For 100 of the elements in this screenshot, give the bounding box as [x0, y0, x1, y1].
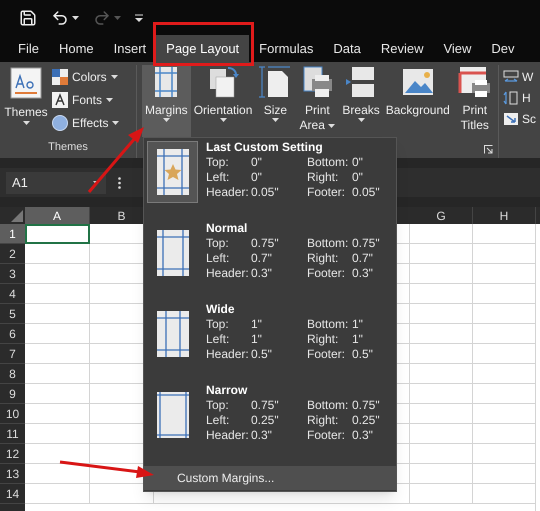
ribbon-tab[interactable]: View: [433, 35, 482, 62]
theme-option-button[interactable]: Effects: [52, 113, 120, 133]
ribbon-tab[interactable]: Insert: [104, 35, 156, 62]
row-header[interactable]: 1: [0, 224, 25, 244]
themes-button[interactable]: Themes: [0, 65, 52, 138]
grid-cell[interactable]: [410, 444, 473, 464]
grid-cell[interactable]: [25, 304, 90, 324]
grid-cell[interactable]: [25, 284, 90, 304]
redo-icon[interactable]: [93, 8, 111, 26]
row-header[interactable]: 5: [0, 304, 25, 324]
row-header[interactable]: 4: [0, 284, 25, 304]
grid-cell[interactable]: [410, 264, 473, 284]
ribbon-tab[interactable]: Dev: [481, 35, 525, 62]
grid-cell[interactable]: [25, 484, 90, 504]
grid-cell[interactable]: [473, 284, 536, 304]
grid-cell[interactable]: [473, 344, 536, 364]
grid-cell[interactable]: [473, 424, 536, 444]
grid-cell[interactable]: [473, 264, 536, 284]
ribbon-tab[interactable]: Home: [48, 35, 104, 62]
grid-cell[interactable]: [473, 324, 536, 344]
theme-option-button[interactable]: Colors: [52, 67, 120, 87]
grid-cell[interactable]: [473, 364, 536, 384]
ribbon-button[interactable]: Background: [382, 65, 453, 137]
more-options-icon[interactable]: [118, 176, 121, 188]
grid-cell[interactable]: [25, 464, 90, 484]
caret-icon: [162, 118, 170, 122]
grid-cell[interactable]: [473, 444, 536, 464]
ribbon-button[interactable]: Breaks: [339, 65, 383, 137]
ribbon-button[interactable]: Print Titles: [452, 65, 497, 137]
name-box[interactable]: A1: [6, 172, 106, 194]
row-header[interactable]: 2: [0, 244, 25, 264]
row-header[interactable]: 12: [0, 444, 25, 464]
row-header[interactable]: 8: [0, 364, 25, 384]
ribbon-tab[interactable]: File: [8, 35, 49, 62]
grid-cell[interactable]: [410, 384, 473, 404]
grid-cell[interactable]: [473, 244, 536, 264]
ribbon-tab[interactable]: Data: [323, 35, 371, 62]
grid-cell[interactable]: [410, 424, 473, 444]
margin-label: Footer:: [307, 266, 346, 281]
row-header[interactable]: 7: [0, 344, 25, 364]
grid-cell[interactable]: [410, 404, 473, 424]
grid-cell[interactable]: [410, 484, 473, 504]
ribbon-small-button[interactable]: H: [503, 90, 536, 106]
ribbon-button[interactable]: Orientation: [190, 65, 256, 137]
ribbon-tab[interactable]: Review: [370, 35, 434, 62]
grid-cell[interactable]: [410, 464, 473, 484]
row-header[interactable]: 11: [0, 424, 25, 444]
ribbon-small-button[interactable]: Sc: [503, 111, 536, 127]
column-header[interactable]: A: [25, 207, 90, 224]
ribbon-tab[interactable]: Page Layout: [156, 35, 250, 62]
grid-cell[interactable]: [410, 324, 473, 344]
custom-margins-item[interactable]: Custom Margins...: [144, 466, 396, 490]
margin-label: Top:: [206, 317, 230, 332]
margin-label: Left:: [206, 332, 230, 347]
grid-cell[interactable]: [25, 264, 90, 284]
margin-preset-item[interactable]: Wide Top: 1" Bottom: 1" Left: 1" Right: 1" Header: 0.5" Footer: 0.5": [144, 302, 396, 383]
grid-cell[interactable]: [25, 384, 90, 404]
row-header[interactable]: 10: [0, 404, 25, 424]
ribbon-button[interactable]: Size: [255, 65, 296, 137]
selected-cell[interactable]: [25, 224, 90, 244]
grid-cell[interactable]: [473, 304, 536, 324]
grid-cell[interactable]: [25, 244, 90, 264]
grid-cell[interactable]: [25, 344, 90, 364]
row-header[interactable]: 6: [0, 324, 25, 344]
margin-value: 0": [352, 170, 364, 185]
grid-cell[interactable]: [473, 404, 536, 424]
customize-toolbar-icon[interactable]: [135, 14, 143, 22]
margin-preset-item[interactable]: Narrow Top: 0.75" Bottom: 0.75" Left: 0.25" Right: 0.25" Header: 0.3" Footer: 0.3": [144, 383, 396, 464]
grid-cell[interactable]: [410, 284, 473, 304]
row-header[interactable]: 3: [0, 264, 25, 284]
grid-cell[interactable]: [410, 364, 473, 384]
dialog-launcher-icon[interactable]: [484, 145, 493, 154]
save-icon[interactable]: [19, 8, 37, 26]
grid-cell[interactable]: [473, 224, 536, 244]
select-all-icon[interactable]: [11, 210, 23, 222]
ribbon-button[interactable]: Print Area: [295, 65, 340, 137]
ribbon-small-button[interactable]: W: [503, 69, 536, 85]
grid-cell[interactable]: [410, 244, 473, 264]
grid-cell[interactable]: [25, 364, 90, 384]
grid-cell[interactable]: [410, 344, 473, 364]
grid-cell[interactable]: [25, 324, 90, 344]
grid-cell[interactable]: [410, 304, 473, 324]
column-header[interactable]: H: [473, 207, 536, 224]
column-header[interactable]: G: [410, 207, 473, 224]
ribbon-button[interactable]: Margins: [142, 65, 191, 137]
undo-icon[interactable]: [51, 8, 69, 26]
grid-cell[interactable]: [410, 224, 473, 244]
row-header[interactable]: 14: [0, 484, 25, 504]
grid-cell[interactable]: [473, 484, 536, 504]
grid-cell[interactable]: [25, 424, 90, 444]
theme-option-button[interactable]: Fonts: [52, 90, 120, 110]
grid-cell[interactable]: [473, 384, 536, 404]
grid-cell[interactable]: [25, 404, 90, 424]
margin-label: Left:: [206, 413, 230, 428]
ribbon-tab[interactable]: Formulas: [249, 35, 324, 62]
margin-preset-item[interactable]: Normal Top: 0.75" Bottom: 0.75" Left: 0.7" Right: 0.7" Header: 0.3" Footer: 0.3": [144, 221, 396, 302]
grid-cell[interactable]: [473, 464, 536, 484]
row-header[interactable]: 13: [0, 464, 25, 484]
row-header[interactable]: 9: [0, 384, 25, 404]
grid-cell[interactable]: [25, 444, 90, 464]
